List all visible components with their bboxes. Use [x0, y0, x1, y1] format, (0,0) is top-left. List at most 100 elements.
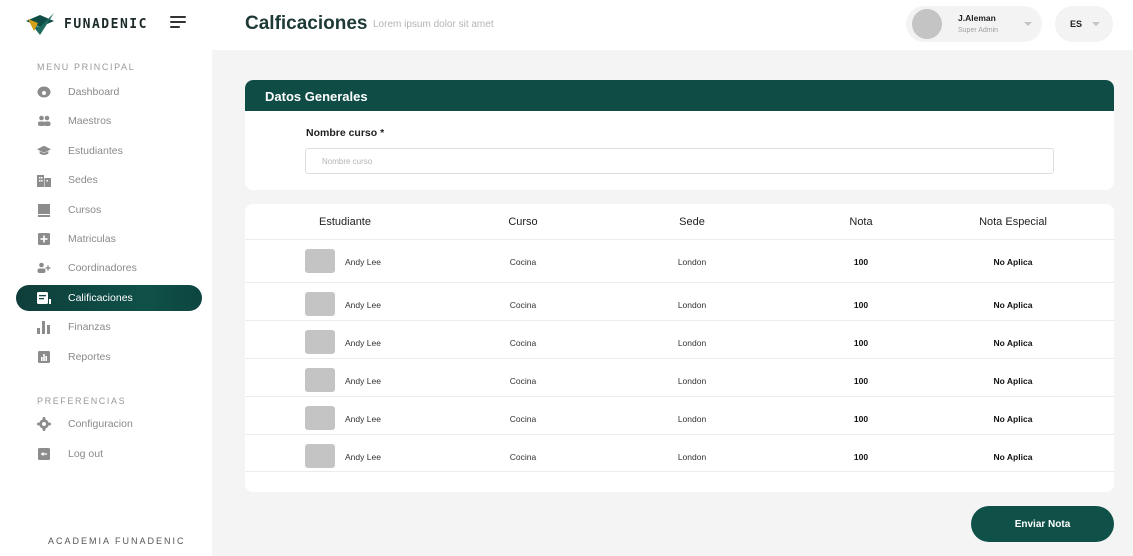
- report-icon: [37, 350, 51, 364]
- sidebar-item-cursos[interactable]: Cursos: [16, 197, 202, 223]
- sidebar-footer: ACADEMIA FUNADENIC: [48, 536, 186, 546]
- add-user-icon: [37, 261, 51, 275]
- table-row[interactable]: Andy Lee Cocina London 100 No Aplica: [245, 282, 1114, 320]
- menu-section-label: MENU PRINCIPAL: [37, 62, 136, 72]
- grades-icon: [37, 291, 51, 305]
- site-cell: London: [677, 300, 707, 310]
- student-name: Andy Lee: [345, 257, 381, 267]
- sidebar-item-label: Calificaciones: [68, 292, 133, 304]
- sidebar-item-reportes[interactable]: Reportes: [16, 344, 202, 370]
- card-header: [245, 80, 1114, 111]
- sidebar-item-maestros[interactable]: Maestros: [16, 108, 202, 134]
- page-subtitle: Lorem ipsum dolor sit amet: [373, 19, 494, 30]
- special-grade-cell: No Aplica: [993, 300, 1033, 310]
- site-cell: London: [677, 452, 707, 462]
- sidebar-item-configuracion[interactable]: Configuracion: [16, 411, 202, 437]
- menu-toggle-icon[interactable]: [170, 16, 186, 28]
- book-icon: [37, 203, 51, 217]
- grades-table: Estudiante Curso Sede Nota Nota Especial…: [245, 204, 1114, 492]
- sidebar-item-label: Coordinadores: [68, 262, 137, 274]
- course-cell: Cocina: [509, 414, 537, 424]
- student-name: Andy Lee: [345, 376, 381, 386]
- gear-icon: [37, 417, 51, 431]
- chevron-down-icon: [1092, 22, 1100, 26]
- sidebar-item-label: Estudiantes: [68, 145, 123, 157]
- course-cell: Cocina: [509, 452, 537, 462]
- sidebar-item-dashboard[interactable]: Dashboard: [16, 79, 202, 105]
- dashboard-icon: [37, 85, 51, 99]
- sidebar-item-label: Cursos: [68, 204, 102, 216]
- bar-chart-icon: [37, 320, 51, 334]
- sidebar-item-sedes[interactable]: Sedes: [16, 167, 202, 193]
- top-header: Calficaciones Lorem ipsum dolor sit amet…: [212, 0, 1133, 50]
- course-name-input[interactable]: [305, 148, 1054, 174]
- users-icon: [37, 114, 51, 128]
- table-row[interactable]: Andy Lee Cocina London 100 No Aplica: [245, 358, 1114, 396]
- grade-cell: 100: [853, 452, 869, 462]
- site-cell: London: [677, 376, 707, 386]
- course-cell: Cocina: [509, 300, 537, 310]
- avatar: [912, 9, 942, 39]
- sidebar-item-label: Sedes: [68, 174, 98, 186]
- table-row[interactable]: Andy Lee Cocina London 100 No Aplica: [245, 320, 1114, 358]
- sidebar-item-matriculas[interactable]: Matriculas: [16, 226, 202, 252]
- submit-grades-button[interactable]: Enviar Nota: [971, 506, 1114, 542]
- special-grade-cell: No Aplica: [993, 414, 1033, 424]
- column-header-student: Estudiante: [319, 216, 371, 228]
- user-menu[interactable]: J.Aleman Super Admin: [906, 6, 1042, 42]
- sidebar-item-label: Log out: [68, 448, 104, 460]
- student-photo: [305, 444, 335, 468]
- sidebar-item-label: Reportes: [68, 351, 111, 363]
- site-cell: London: [677, 414, 707, 424]
- column-header-grade: Nota: [849, 216, 873, 228]
- course-name-label: Nombre curso *: [306, 127, 385, 139]
- student-photo: [305, 249, 335, 273]
- grade-cell: 100: [853, 300, 869, 310]
- student-name: Andy Lee: [345, 300, 381, 310]
- sidebar-item-label: Maestros: [68, 115, 112, 127]
- table-row[interactable]: Andy Lee Cocina London 100 No Aplica: [245, 396, 1114, 434]
- sidebar-item-coordinadores[interactable]: Coordinadores: [16, 255, 202, 281]
- user-role: Super Admin: [958, 27, 999, 34]
- sidebar-item-logout[interactable]: Log out: [16, 441, 202, 467]
- student-photo: [305, 292, 335, 316]
- building-icon: [37, 173, 51, 187]
- student-name: Andy Lee: [345, 338, 381, 348]
- sidebar-item-calificaciones[interactable]: Calificaciones: [16, 285, 202, 311]
- grade-cell: 100: [853, 376, 869, 386]
- special-grade-cell: No Aplica: [993, 452, 1033, 462]
- course-cell: Cocina: [509, 257, 537, 267]
- graduation-cap-icon: [37, 144, 51, 158]
- sidebar-item-estudiantes[interactable]: Estudiantes: [16, 138, 202, 164]
- sidebar-item-label: Configuracion: [68, 418, 133, 430]
- student-photo: [305, 406, 335, 430]
- sidebar-item-label: Finanzas: [68, 321, 111, 333]
- site-cell: London: [677, 257, 707, 267]
- logout-icon: [37, 447, 51, 461]
- language-selector[interactable]: ES: [1055, 6, 1113, 42]
- plus-square-icon: [37, 232, 51, 246]
- general-data-card: Datos Generales Nombre curso *: [245, 80, 1114, 190]
- sidebar-item-label: Matriculas: [68, 233, 116, 245]
- grade-cell: 100: [853, 338, 869, 348]
- grade-cell: 100: [853, 414, 869, 424]
- user-name: J.Aleman: [958, 13, 996, 23]
- card-title: Datos Generales: [265, 89, 368, 104]
- table-row[interactable]: Andy Lee Cocina London 100 No Aplica: [245, 434, 1114, 472]
- funadenic-logo-icon: [26, 13, 54, 35]
- sidebar-item-label: Dashboard: [68, 86, 120, 98]
- special-grade-cell: No Aplica: [993, 376, 1033, 386]
- sidebar-item-finanzas[interactable]: Finanzas: [16, 314, 202, 340]
- special-grade-cell: No Aplica: [993, 338, 1033, 348]
- course-cell: Cocina: [509, 376, 537, 386]
- site-cell: London: [677, 338, 707, 348]
- brand[interactable]: FUNADENIC: [24, 10, 148, 38]
- page-title: Calficaciones: [245, 13, 368, 34]
- preferences-section-label: PREFERENCIAS: [37, 396, 127, 406]
- student-name: Andy Lee: [345, 414, 381, 424]
- language-value: ES: [1070, 19, 1083, 29]
- special-grade-cell: No Aplica: [993, 257, 1033, 267]
- column-header-course: Curso: [508, 216, 538, 228]
- table-row[interactable]: Andy Lee Cocina London 100 No Aplica: [245, 239, 1114, 277]
- chevron-down-icon: [1024, 22, 1032, 26]
